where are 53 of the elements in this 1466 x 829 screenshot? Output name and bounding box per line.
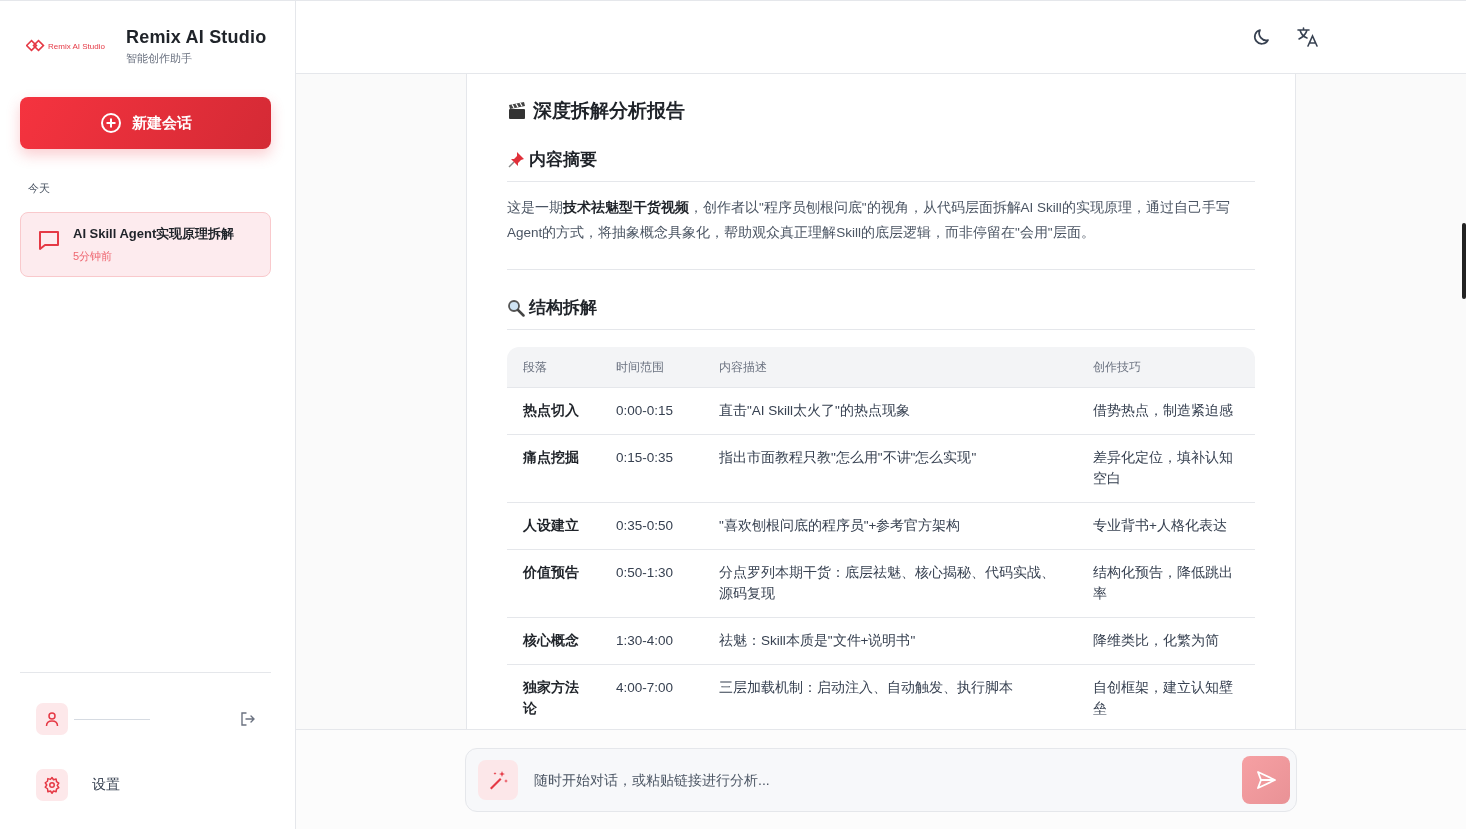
table-cell: 价值预告 (507, 550, 600, 618)
summary-paragraph: 这是一期技术祛魅型干货视频，创作者以"程序员刨根问底"的视角，从代码层面拆解AI Skill的实现原理，通过自己手写Agent的方式，将抽象概念具象化，帮助观众真正理解Skill的底层逻辑，而非停留在"会用"层面。 (507, 195, 1255, 270)
table-cell: 0:15-0:35 (600, 435, 703, 503)
send-button[interactable] (1242, 755, 1290, 804)
message-input[interactable]: 随时开始对话，或粘贴链接进行分析... (532, 770, 1228, 789)
table-cell: 专业背书+人格化表达 (1077, 503, 1255, 550)
group-label: 今天 (28, 181, 51, 196)
table-cell: 差异化定位，填补认知空白 (1077, 435, 1255, 503)
table-cell: 人设建立 (507, 503, 600, 550)
table-cell: 分点罗列本期干货：底层祛魅、核心揭秘、代码实战、源码复现 (703, 550, 1077, 618)
table-cell: 0:35-0:50 (600, 503, 703, 550)
table-cell: 1:30-4:00 (600, 618, 703, 665)
send-icon (1255, 768, 1277, 791)
section-heading: 结构拆解 (529, 297, 597, 319)
dark-mode-icon[interactable] (1252, 27, 1272, 47)
column-header: 内容描述 (703, 347, 1077, 388)
plus-circle-icon (99, 112, 122, 134)
magnifier-icon (507, 298, 525, 317)
conversation-item[interactable]: AI Skill Agent实现原理拆解 5分钟前 (20, 212, 271, 277)
app-name: Remix AI Studio (126, 26, 267, 48)
column-header: 段落 (507, 347, 600, 388)
section-heading: 内容摘要 (529, 149, 597, 171)
table-cell: 降维类比，化繁为简 (1077, 618, 1255, 665)
column-header: 时间范围 (600, 347, 703, 388)
chat-bubble-icon (37, 228, 61, 252)
logout-icon[interactable] (240, 711, 256, 727)
conversation-title: AI Skill Agent实现原理拆解 (73, 225, 235, 243)
translate-icon[interactable] (1296, 25, 1320, 49)
logo-icon (26, 39, 46, 53)
settings-icon (43, 776, 61, 794)
conversation-time: 5分钟前 (73, 249, 114, 264)
table-cell: 核心概念 (507, 618, 600, 665)
table-cell: 指出市面教程只教"怎么用"不讲"怎么实现" (703, 435, 1077, 503)
scrollbar[interactable] (1462, 223, 1466, 299)
pushpin-icon (507, 150, 525, 169)
report-title: 深度拆解分析报告 (507, 98, 1255, 124)
column-header: 创作技巧 (1077, 347, 1255, 388)
table-cell: "喜欢刨根问底的程序员"+参考官方架构 (703, 503, 1077, 550)
clapperboard-icon (507, 101, 527, 121)
table-cell: 热点切入 (507, 388, 600, 435)
magic-wand-icon[interactable] (478, 759, 518, 800)
logo-text: Remix AI Studio (48, 41, 105, 51)
table-cell: 直击"AI Skill太火了"的热点现象 (703, 388, 1077, 435)
table-cell: 祛魅：Skill本质是"文件+说明书" (703, 618, 1077, 665)
table-cell: 0:00-0:15 (600, 388, 703, 435)
table-cell: 痛点挖掘 (507, 435, 600, 503)
table-cell: 0:50-1:30 (600, 550, 703, 618)
table-cell: 结构化预告，降低跳出率 (1077, 550, 1255, 618)
app-tagline: 智能创作助手 (126, 50, 193, 66)
user-avatar-icon[interactable] (36, 703, 68, 735)
settings-item[interactable]: 设置 (36, 769, 271, 801)
new-chat-button[interactable]: 新建会话 (20, 97, 271, 149)
table-cell: 借势热点，制造紧迫感 (1077, 388, 1255, 435)
